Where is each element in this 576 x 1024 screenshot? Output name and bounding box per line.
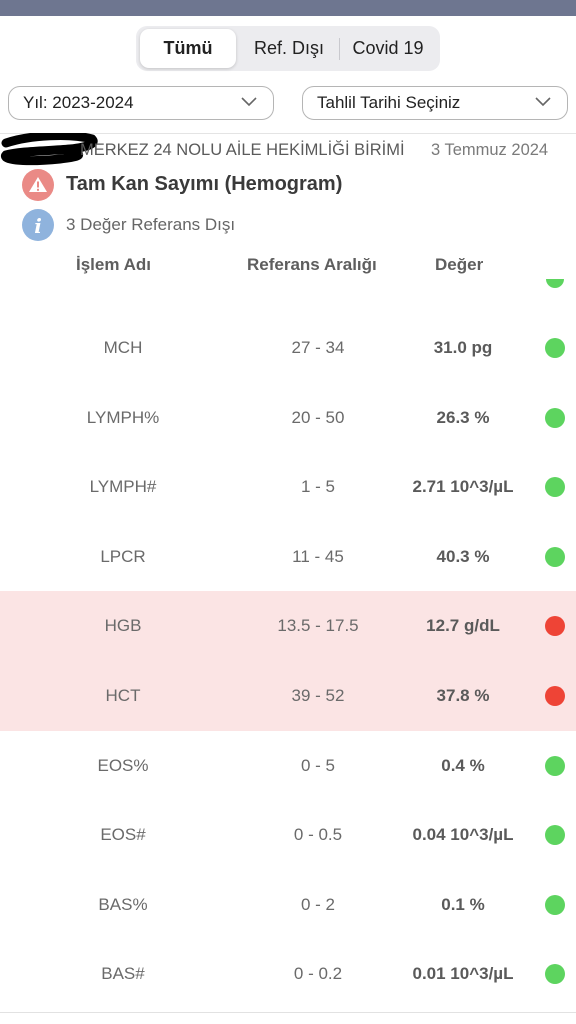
column-header-value: Değer bbox=[435, 255, 484, 274]
status-dot-icon bbox=[545, 685, 565, 706]
segment-covid[interactable]: Covid 19 bbox=[340, 29, 436, 68]
table-row[interactable]: MCH 27 - 34 31.0 pg bbox=[0, 313, 576, 383]
result-value: 31.0 pg bbox=[433, 338, 493, 357]
table-row[interactable]: LYMPH% 20 - 50 26.3 % bbox=[0, 383, 576, 453]
result-value: 0.4 % bbox=[441, 755, 485, 775]
reference-range: 1 - 5 bbox=[300, 477, 336, 497]
svg-text:i: i bbox=[34, 214, 42, 238]
reference-range: 11 - 45 bbox=[292, 546, 344, 566]
segmented-control: Tümü Ref. Dışı Covid 19 bbox=[136, 26, 440, 71]
table-row[interactable]: HGB 13.5 - 17.5 12.7 g/dL bbox=[0, 591, 576, 661]
reference-range: 27 - 34 bbox=[291, 338, 345, 357]
reference-range: 0 - 2 bbox=[300, 894, 336, 914]
analysis-date-dropdown[interactable]: Tahlil Tarihi Seçiniz bbox=[302, 86, 568, 120]
test-param-name: LPCR bbox=[100, 546, 146, 566]
status-bar bbox=[0, 0, 576, 16]
table-row[interactable]: EOS% 0 - 5 0.4 % bbox=[0, 731, 576, 801]
chevron-down-icon bbox=[241, 97, 257, 107]
result-value: 40.3 % bbox=[436, 546, 490, 566]
info-icon: i bbox=[22, 209, 54, 241]
status-dot-icon bbox=[546, 279, 564, 288]
clinic-name: MERKEZ 24 NOLU AİLE HEKİMLİĞİ BİRİMİ bbox=[80, 141, 405, 159]
result-value: 0.01 10^3/µL bbox=[412, 964, 514, 984]
table-row[interactable]: HCT 39 - 52 37.8 % bbox=[0, 660, 576, 731]
test-param-name: HGB bbox=[104, 616, 142, 636]
result-value: 2.71 10^3/µL bbox=[412, 477, 514, 497]
test-param-name: BAS# bbox=[101, 964, 145, 984]
table-row[interactable]: BAS# 0 - 0.2 0.01 10^3/µL bbox=[0, 939, 576, 1009]
table-row[interactable]: BAS% 0 - 2 0.1 % bbox=[0, 870, 576, 940]
analysis-date-dropdown-label: Tahlil Tarihi Seçiniz bbox=[317, 93, 461, 112]
result-value: 0.04 10^3/µL bbox=[412, 825, 514, 845]
segment-out-of-range[interactable]: Ref. Dışı bbox=[240, 29, 338, 68]
status-dot-icon bbox=[545, 546, 565, 567]
test-param-name: MCH bbox=[103, 338, 143, 357]
test-param-name: EOS% bbox=[97, 755, 149, 775]
status-dot-icon bbox=[545, 825, 565, 846]
warning-icon bbox=[22, 169, 54, 201]
result-date: 3 Temmuz 2024 bbox=[431, 141, 549, 159]
table-row[interactable]: LPCR 11 - 45 40.3 % bbox=[0, 522, 576, 592]
status-dot-icon bbox=[545, 616, 565, 637]
status-dot-icon bbox=[545, 894, 565, 915]
reference-range: 0 - 5 bbox=[300, 755, 336, 775]
reference-range: 0 - 0.5 bbox=[293, 825, 343, 845]
test-param-name: BAS% bbox=[98, 894, 148, 914]
results-table: MCH 27 - 34 31.0 pg LYMPH% 20 - 50 26.3 % LYMP… bbox=[0, 313, 576, 1009]
result-value: 0.1 % bbox=[441, 894, 485, 914]
table-row[interactable]: EOS# 0 - 0.5 0.04 10^3/µL bbox=[0, 800, 576, 870]
result-value: 37.8 % bbox=[436, 685, 490, 705]
column-header-name: İşlem Adı bbox=[76, 255, 151, 274]
test-param-name: LYMPH# bbox=[89, 477, 157, 497]
divider bbox=[0, 1012, 576, 1013]
status-dot-icon bbox=[545, 477, 565, 498]
test-param-name: EOS# bbox=[100, 825, 146, 845]
result-value: 26.3 % bbox=[436, 407, 490, 427]
table-row[interactable]: LYMPH# 1 - 5 2.71 10^3/µL bbox=[0, 452, 576, 522]
reference-range: 39 - 52 bbox=[291, 685, 345, 705]
status-dot-icon bbox=[545, 755, 565, 776]
out-of-range-count: 3 Değer Referans Dışı bbox=[66, 215, 236, 234]
status-dot-icon bbox=[545, 338, 565, 358]
year-dropdown[interactable]: Yıl: 2023-2024 bbox=[8, 86, 274, 120]
reference-range: 20 - 50 bbox=[291, 407, 345, 427]
reference-range: 13.5 - 17.5 bbox=[277, 616, 359, 636]
year-dropdown-label: Yıl: 2023-2024 bbox=[23, 93, 134, 112]
status-dot-icon bbox=[545, 407, 565, 428]
test-title: Tam Kan Sayımı (Hemogram) bbox=[66, 173, 343, 195]
chevron-down-icon bbox=[535, 97, 551, 107]
reference-range: 0 - 0.2 bbox=[293, 964, 343, 984]
segment-all[interactable]: Tümü bbox=[140, 29, 236, 68]
status-dot-icon bbox=[545, 964, 565, 985]
result-value: 12.7 g/dL bbox=[426, 616, 500, 636]
test-param-name: HCT bbox=[105, 685, 141, 705]
test-param-name: LYMPH% bbox=[86, 407, 160, 427]
column-header-reference: Referans Aralığı bbox=[247, 255, 377, 274]
